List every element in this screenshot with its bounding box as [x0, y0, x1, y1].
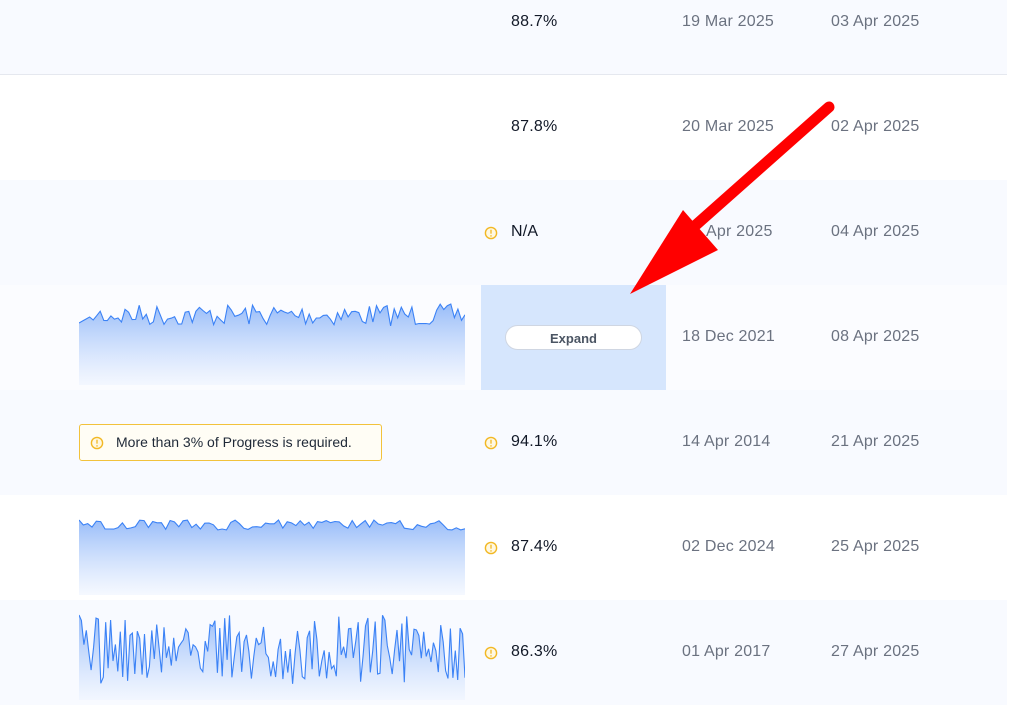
expand-button[interactable]: Expand — [505, 325, 642, 350]
progress-value: 87.8% — [511, 118, 558, 135]
progress-value: 88.7% — [511, 13, 558, 30]
progress-sparkline — [79, 604, 465, 700]
table-row: 87.4% 02 Dec 2024 25 Apr 2025 — [0, 495, 1007, 600]
end-date: 04 Apr 2025 — [831, 223, 920, 240]
validation-alert: More than 3% of Progress is required. — [79, 424, 382, 461]
start-date: Apr 2025 — [706, 223, 773, 240]
expand-cell[interactable]: Expand — [481, 285, 666, 390]
start-date: 02 Dec 2024 — [682, 538, 775, 555]
table-row: 87.8% 20 Mar 2025 02 Apr 2025 — [0, 75, 1007, 180]
progress-value: 86.3% — [511, 643, 558, 660]
progress-sparkline — [79, 289, 465, 385]
start-date: 01 Apr 2017 — [682, 643, 771, 660]
table-row: Expand 18 Dec 2021 08 Apr 2025 — [0, 285, 1007, 390]
table-row: 86.3% 01 Apr 2017 27 Apr 2025 — [0, 600, 1007, 705]
start-date: 14 Apr 2014 — [682, 433, 771, 450]
warning-circle-icon — [90, 436, 104, 450]
end-date: 25 Apr 2025 — [831, 538, 920, 555]
warning-circle-icon — [484, 646, 498, 660]
end-date: 08 Apr 2025 — [831, 328, 920, 345]
progress-value: 87.4% — [511, 538, 558, 555]
start-date: 18 Dec 2021 — [682, 328, 775, 345]
end-date: 27 Apr 2025 — [831, 643, 920, 660]
end-date: 21 Apr 2025 — [831, 433, 920, 450]
progress-value: N/A — [511, 223, 539, 240]
table-row: N/A Apr 2025 04 Apr 2025 — [0, 180, 1007, 285]
start-date: 20 Mar 2025 — [682, 118, 775, 135]
progress-value: 94.1% — [511, 433, 558, 450]
progress-sparkline — [79, 499, 465, 595]
warning-circle-icon — [484, 226, 498, 240]
end-date: 02 Apr 2025 — [831, 118, 920, 135]
warning-circle-icon — [484, 541, 498, 555]
warning-circle-icon — [484, 436, 498, 450]
table-row: 88.7% 19 Mar 2025 03 Apr 2025 — [0, 0, 1007, 75]
sparkline-area — [79, 520, 465, 595]
end-date: 03 Apr 2025 — [831, 13, 920, 30]
alert-message: More than 3% of Progress is required. — [116, 434, 352, 450]
start-date: 19 Mar 2025 — [682, 13, 775, 30]
table-row: More than 3% of Progress is required. 94… — [0, 390, 1007, 495]
